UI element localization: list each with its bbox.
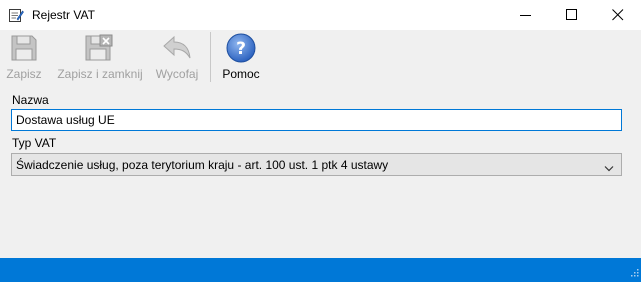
vat-type-label: Typ VAT	[12, 136, 57, 150]
help-question-icon: ?	[225, 32, 257, 64]
save-and-close-label: Zapisz i zamknij	[57, 67, 143, 81]
vat-type-value: Świadczenie usług, poza terytorium kraju…	[16, 158, 389, 172]
undo-label: Wycofaj	[155, 67, 199, 81]
save-label: Zapisz	[6, 67, 42, 81]
maximize-icon	[566, 9, 577, 20]
floppy-disk-icon	[8, 32, 40, 64]
notepad-icon	[8, 7, 24, 23]
save-button[interactable]: Zapisz	[2, 30, 46, 84]
name-input[interactable]: Dostawa usług UE	[11, 109, 622, 131]
svg-text:?: ?	[236, 39, 246, 59]
window-title: Rejestr VAT	[32, 8, 95, 22]
status-bar	[0, 258, 641, 282]
undo-arrow-icon	[161, 32, 193, 64]
help-button[interactable]: ? Pomoc	[216, 30, 266, 84]
floppy-disk-close-icon	[82, 32, 114, 64]
save-and-close-button[interactable]: Zapisz i zamknij	[52, 30, 148, 84]
resize-grip-icon[interactable]	[629, 266, 639, 280]
undo-button[interactable]: Wycofaj	[151, 30, 203, 84]
chevron-down-icon	[604, 161, 614, 175]
name-label: Nazwa	[12, 93, 49, 107]
toolbar: Zapisz Zapisz i zamknij Wycofaj ? Pomoc	[0, 30, 641, 84]
form-panel: Nazwa Dostawa usług UE Typ VAT Świadczen…	[0, 84, 641, 258]
minimize-button[interactable]	[503, 0, 549, 30]
title-bar: Rejestr VAT	[0, 0, 641, 30]
maximize-button[interactable]	[549, 0, 595, 30]
close-button[interactable]	[595, 0, 641, 30]
minimize-icon	[520, 15, 531, 16]
vat-type-select[interactable]: Świadczenie usług, poza terytorium kraju…	[11, 153, 622, 176]
help-label: Pomoc	[222, 67, 260, 81]
close-icon	[612, 9, 624, 21]
toolbar-separator	[210, 32, 211, 82]
